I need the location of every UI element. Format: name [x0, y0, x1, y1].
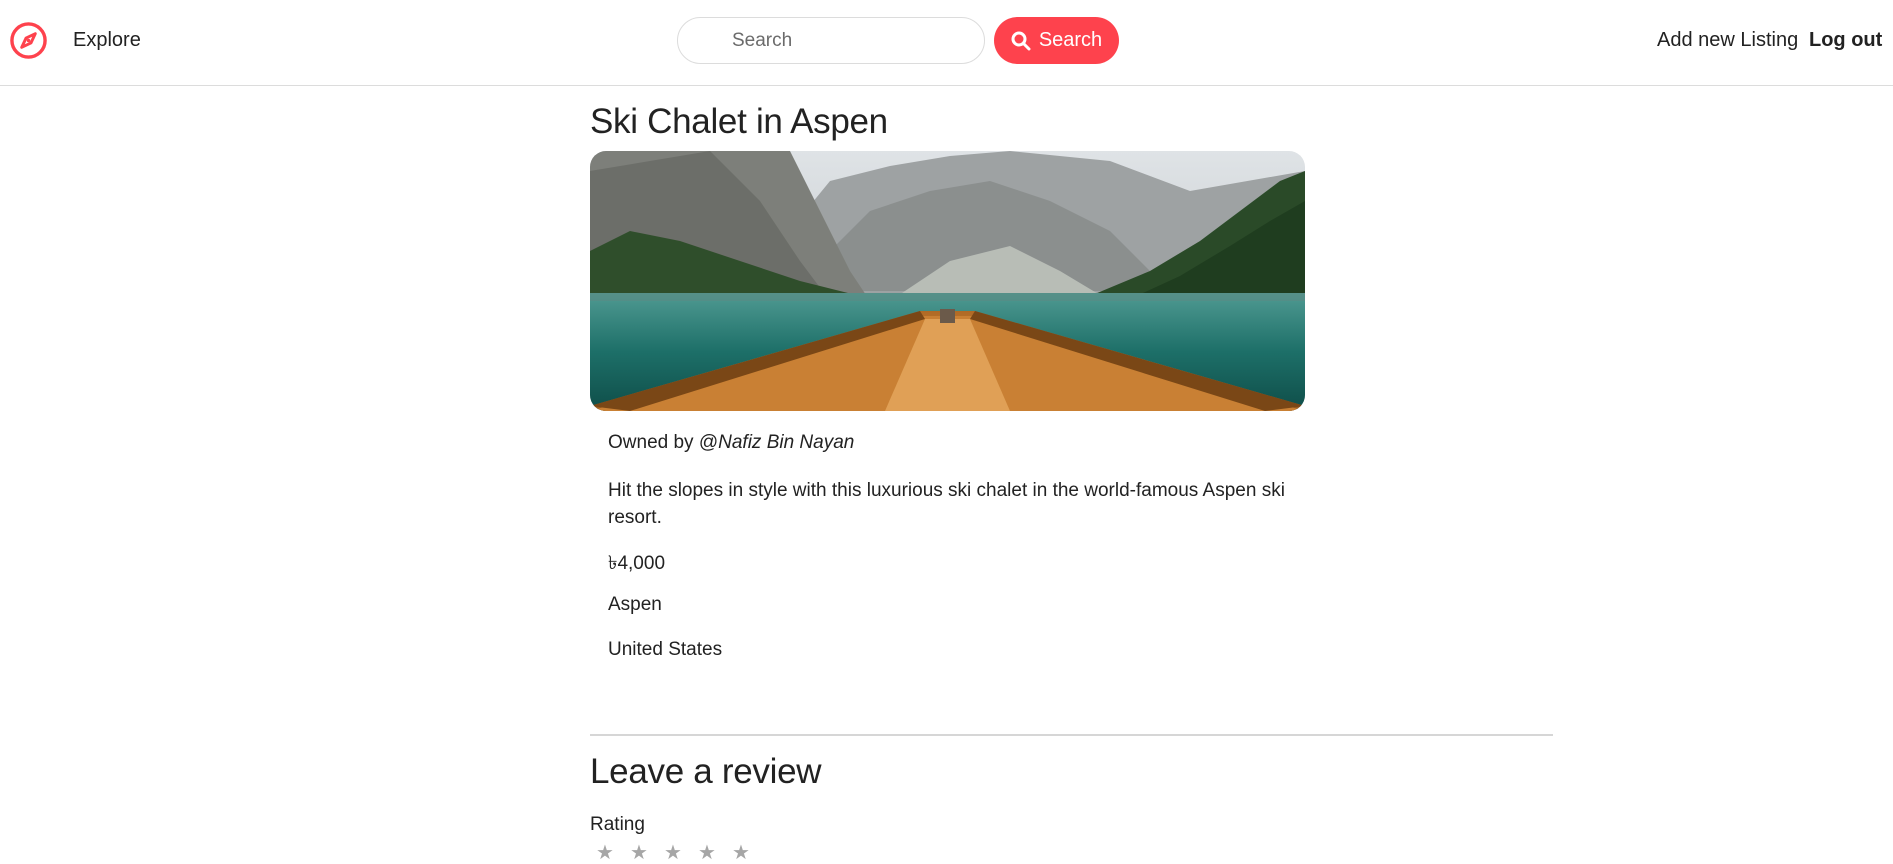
logout-link[interactable]: Log out	[1809, 29, 1882, 52]
search-icon	[1011, 31, 1031, 50]
star-rating[interactable]: ★ ★ ★ ★ ★	[596, 843, 752, 863]
listing-location: Aspen	[608, 594, 662, 615]
listing-description: Hit the slopes in style with this luxuri…	[608, 480, 1285, 528]
rating-label: Rating	[590, 814, 645, 835]
search-button[interactable]: Search	[994, 17, 1119, 64]
star-icon[interactable]: ★	[596, 843, 616, 863]
owner-name: Nafiz Bin Nayan	[718, 432, 855, 453]
nav-explore-link[interactable]: Explore	[73, 29, 141, 52]
review-heading: Leave a review	[590, 752, 822, 791]
search-input[interactable]	[677, 17, 985, 64]
listing-country: United States	[608, 639, 723, 660]
star-icon[interactable]: ★	[630, 843, 650, 863]
star-icon[interactable]: ★	[664, 843, 684, 863]
compass-icon[interactable]	[9, 21, 48, 60]
search-button-label: Search	[1038, 29, 1103, 51]
star-icon[interactable]: ★	[698, 843, 718, 863]
listing-title: Ski Chalet in Aspen	[590, 102, 888, 141]
listing-photo	[590, 151, 1305, 411]
add-listing-link[interactable]: Add new Listing	[1657, 29, 1798, 52]
navbar: Explore Search Add new Listing Log out	[0, 0, 1893, 86]
listing-price: ৳4,000	[608, 553, 666, 574]
owner-prefix: Owned by @	[608, 432, 719, 453]
listing-owner: Owned by @Nafiz Bin Nayan	[608, 432, 854, 454]
star-icon[interactable]: ★	[732, 843, 752, 863]
section-divider	[590, 734, 1553, 736]
